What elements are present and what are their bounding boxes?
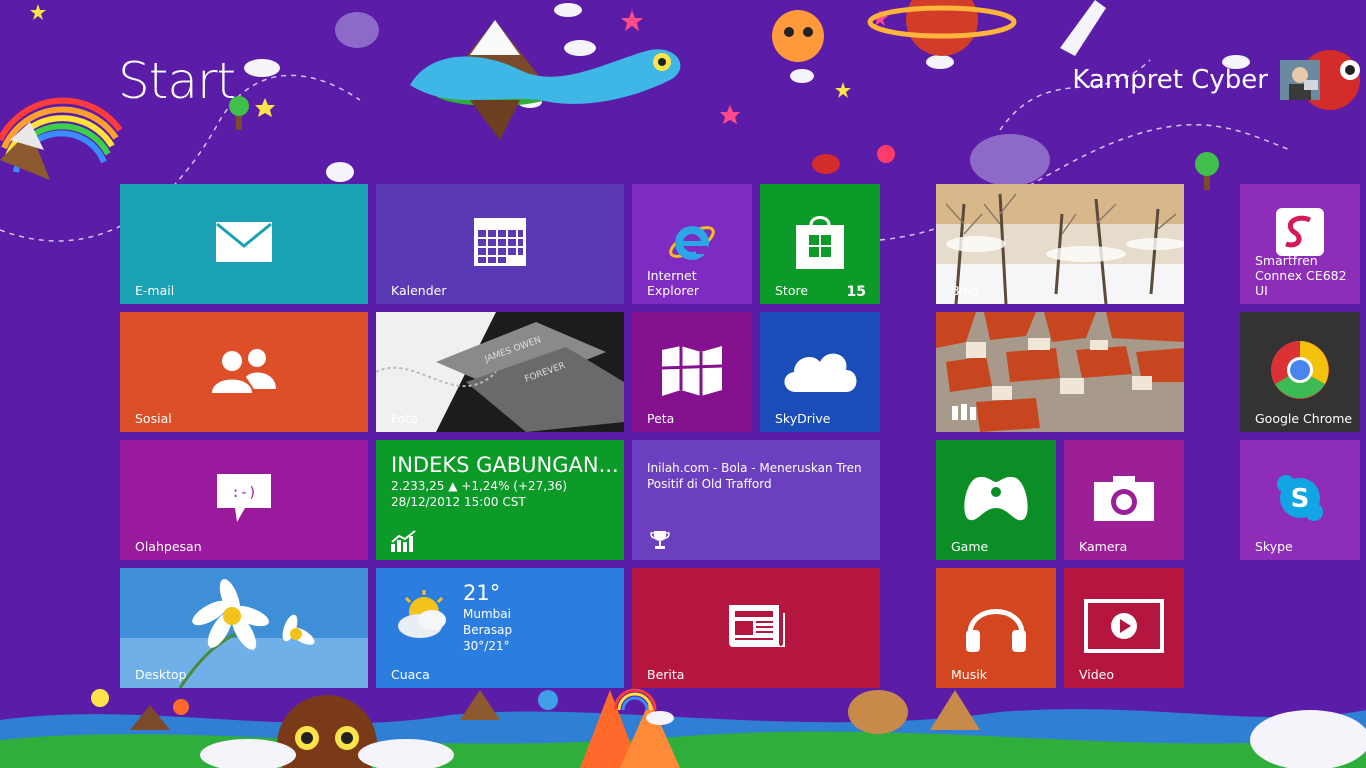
tile-finance[interactable]: INDEKS GABUNGAN... 2.233,25 ▲ +1,24% (+2… [376,440,624,560]
tile-foto[interactable]: JAMES OWEN FOREVER Foto [376,312,624,432]
finance-index-title: INDEKS GABUNGAN... [391,453,619,477]
chart-up-icon [391,530,416,552]
tile-label: Video [1079,667,1115,682]
tile-label: Foto [391,411,418,426]
tile-label-line2: Connex CE682 UI [1255,268,1347,298]
tile-internet-explorer[interactable]: Internet Explorer [632,184,752,304]
tile-label: Cuaca [391,667,430,682]
tile-label: Smartfren Connex CE682 UI [1255,253,1360,298]
tile-sosial[interactable]: Sosial [120,312,368,432]
tile-label: Desktop [135,667,187,682]
tile-label-line1: Smartfren [1255,253,1318,268]
store-update-count-badge: 15 [846,284,866,300]
weather-range: 30°/21° [463,639,510,653]
tile-label: Game [951,539,989,554]
tile-google-chrome[interactable]: Google Chrome [1240,312,1360,432]
tile-skype[interactable]: S Skype [1240,440,1360,560]
tile-label: Musik [951,667,987,682]
calendar-icon [474,217,526,266]
tile-kamera[interactable]: Kamera [1064,440,1184,560]
tile-olahpesan[interactable]: :-) Olahpesan [120,440,368,560]
tile-video[interactable]: Video [1064,568,1184,688]
tile-berita[interactable]: Berita [632,568,880,688]
people-icon [212,348,276,393]
headphones-icon [966,608,1026,652]
tile-label: Skype [1255,539,1293,554]
tile-label: Internet Explorer [647,268,700,298]
tile-kalender[interactable]: Kalender [376,184,624,304]
user-picture-icon [1280,60,1320,100]
tile-email[interactable]: E-mail [120,184,368,304]
tile-label: Google Chrome [1255,411,1353,426]
store-bag-icon [796,215,844,269]
mail-icon [216,221,272,262]
sport-headline-line2: Positif di Old Trafford [647,477,772,491]
video-player-icon [1084,598,1164,653]
svg-text::-): :-) [231,485,256,501]
tile-cuaca[interactable]: 21° Mumbai Berasap 30°/21° Cuaca [376,568,624,688]
tile-musik[interactable]: Musik [936,568,1056,688]
tile-label: Kamera [1079,539,1128,554]
photos-app-icon [952,404,976,420]
game-controller-icon [964,476,1028,520]
map-icon [661,345,723,396]
finance-index-value: 2.233,25 ▲ +1,24% (+27,36) [391,479,568,493]
cloud-icon [784,353,857,392]
tile-label: Berita [647,667,685,682]
weather-condition: Berasap [463,623,513,637]
avatar[interactable] [1280,60,1320,100]
tile-bing[interactable]: Bing [936,184,1184,304]
finance-timestamp: 28/12/2012 15:00 CST [391,495,526,509]
tile-label: SkyDrive [775,411,831,426]
trophy-icon [650,531,670,549]
weather-temperature: 21° [463,581,501,605]
tile-label: Kalender [391,283,447,298]
messaging-icon: :-) [217,473,271,522]
chrome-icon [1271,340,1329,399]
tile-store[interactable]: Store 15 [760,184,880,304]
tile-sport[interactable]: Inilah.com - Bola - Meneruskan Tren Posi… [632,440,880,560]
smartfren-logo-icon [1276,208,1324,256]
weather-partly-cloudy-icon [398,590,446,638]
camera-icon [1094,475,1154,521]
tile-desktop[interactable]: Desktop [120,568,368,688]
tile-photos-rooftops[interactable] [936,312,1184,432]
tile-smartfren[interactable]: Smartfren Connex CE682 UI [1240,184,1360,304]
weather-city: Mumbai [463,607,511,621]
newspaper-icon [729,604,785,647]
tile-label: Olahpesan [135,539,202,554]
tile-skydrive[interactable]: SkyDrive [760,312,880,432]
tile-peta[interactable]: Peta [632,312,752,432]
tile-label: Store [775,283,809,298]
svg-text:S: S [1291,484,1310,514]
user-name: Kampret Cyber [1072,65,1268,95]
tile-label: Peta [647,411,675,426]
user-account[interactable]: Kampret Cyber [1072,60,1320,100]
sport-headline-line1: Inilah.com - Bola - Meneruskan Tren [647,461,862,475]
tile-label: Sosial [135,411,172,426]
tile-label: Bing [951,283,979,298]
page-title: Start [118,52,236,110]
tile-game[interactable]: Game [936,440,1056,560]
internet-explorer-icon [669,225,715,260]
skype-icon: S [1277,474,1323,521]
tile-label: E-mail [135,283,175,298]
